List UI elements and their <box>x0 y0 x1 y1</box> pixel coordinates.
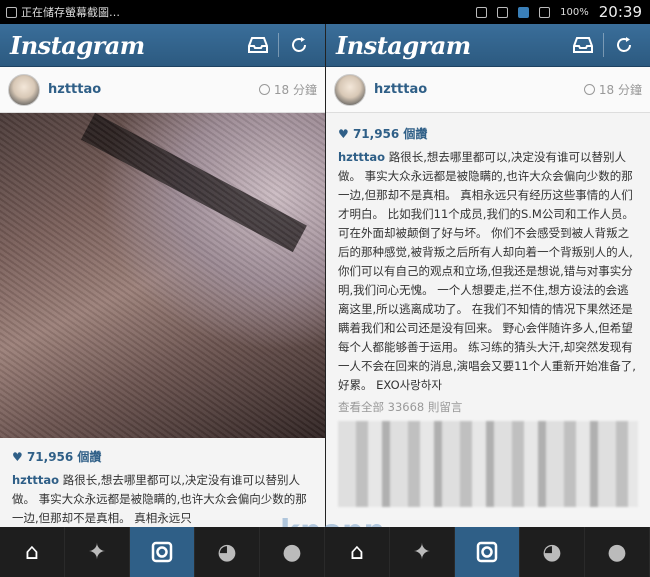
explore-icon[interactable]: ✦ <box>390 527 455 577</box>
clock-icon <box>258 84 270 95</box>
post-caption: hztttao 路很长,想去哪里都可以,决定没有谁可以替别人做。 事实大众永远都… <box>0 469 325 530</box>
usb-icon <box>497 6 509 18</box>
view-all-comments[interactable]: 查看全部 33668 則留言 <box>326 397 650 417</box>
avatar[interactable] <box>8 73 40 106</box>
likes-text: 71,956 個讚 <box>26 450 102 464</box>
explore-icon[interactable]: ✦ <box>65 527 130 577</box>
post-time: 18 分鐘 <box>258 81 317 98</box>
caption-username[interactable]: hztttao <box>12 473 59 487</box>
status-bar-right: 100% 20:39 <box>325 0 650 24</box>
post-time-text: 18 分鐘 <box>273 83 317 97</box>
battery-level: 100% <box>560 6 589 18</box>
caption-text: 路很长,想去哪里都可以,决定没有谁可以替别人做。 事实大众永远都是被隐瞒的,也许… <box>338 150 636 392</box>
screenshot: 正在储存螢幕截圖… 100% 20:39 Instagram hztttao 1… <box>0 0 650 577</box>
status-text: 正在储存螢幕截圖… <box>21 6 120 19</box>
app-logo: Instagram <box>336 30 471 60</box>
toolbar-divider <box>603 33 604 57</box>
post-photo[interactable] <box>0 113 325 438</box>
heart-icon: ♥ <box>12 450 27 464</box>
camera-icon[interactable] <box>455 527 520 577</box>
home-icon[interactable]: ⌂ <box>0 527 65 577</box>
toolbar-divider <box>278 33 279 57</box>
inbox-icon[interactable] <box>242 30 274 60</box>
post-time-text: 18 分鐘 <box>598 83 642 97</box>
likes-count[interactable]: ♥ 71,956 個讚 <box>326 113 650 146</box>
caption-username[interactable]: hztttao <box>338 150 385 164</box>
screenshot-icon <box>6 6 17 18</box>
post-caption: hztttao 路很长,想去哪里都可以,决定没有谁可以替别人做。 事实大众永远都… <box>326 146 650 397</box>
status-bar-left: 正在储存螢幕截圖… <box>0 0 325 24</box>
photo-shadow <box>80 113 307 253</box>
app-logo: Instagram <box>10 30 145 60</box>
heart-icon: ♥ <box>338 127 353 141</box>
likes-count[interactable]: ♥ 71,956 個讚 <box>0 438 325 469</box>
feed-panel-right: Instagram hztttao 18 分鐘 ♥ 71,956 個讚 hztt… <box>325 24 650 577</box>
inbox-icon[interactable] <box>567 30 599 60</box>
top-bar: Instagram <box>0 24 325 67</box>
clock-icon <box>583 84 595 95</box>
post-header: hztttao 18 分鐘 <box>0 67 325 113</box>
post-username[interactable]: hztttao <box>48 82 259 97</box>
activity-icon[interactable]: ◕ <box>520 527 585 577</box>
post-header: hztttao 18 分鐘 <box>326 67 650 113</box>
wifi-icon <box>539 6 551 18</box>
refresh-icon[interactable] <box>283 30 315 60</box>
blurred-comments <box>338 421 638 507</box>
likes-text: 71,956 個讚 <box>352 127 428 141</box>
home-icon[interactable]: ⌂ <box>325 527 390 577</box>
bottom-nav: ⌂ ✦ ◕ ● ⌂ ✦ ◕ ● <box>0 527 650 577</box>
post-username[interactable]: hztttao <box>374 82 584 97</box>
profile-icon[interactable]: ● <box>585 527 650 577</box>
add-icon <box>476 6 488 18</box>
profile-icon[interactable]: ● <box>260 527 325 577</box>
camera-icon[interactable] <box>130 527 195 577</box>
feed-panel-left: Instagram hztttao 18 分鐘 ♥ 71,956 個讚 hztt… <box>0 24 325 577</box>
facebook-icon <box>518 6 530 18</box>
avatar[interactable] <box>334 73 366 106</box>
activity-icon[interactable]: ◕ <box>195 527 260 577</box>
top-bar: Instagram <box>326 24 650 67</box>
status-clock: 20:39 <box>598 3 642 21</box>
post-time: 18 分鐘 <box>583 81 642 98</box>
refresh-icon[interactable] <box>608 30 640 60</box>
